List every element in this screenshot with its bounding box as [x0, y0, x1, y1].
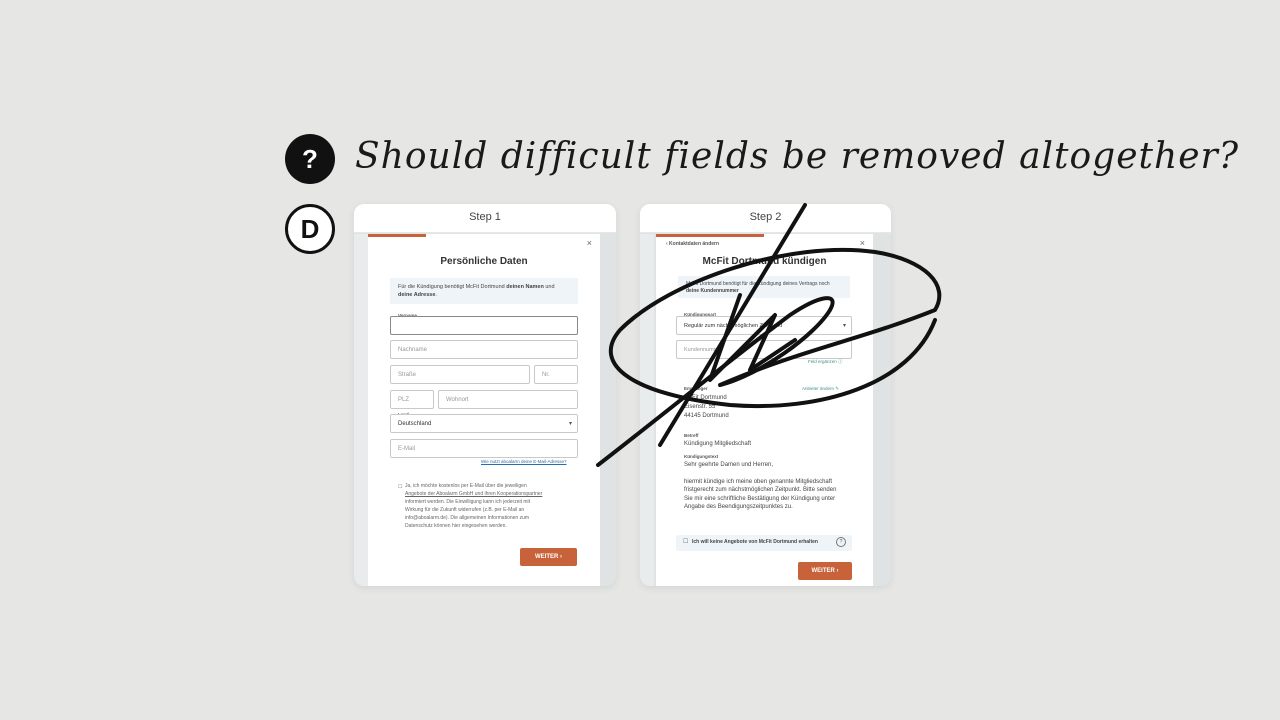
help-icon[interactable]: ? — [836, 537, 846, 547]
kuendigungsart-select[interactable]: Regulär zum nächstmöglichen Zeitpunkt ▾ — [676, 316, 852, 335]
consent-line: Datenschutz können hier eingesehen werde… — [405, 523, 507, 529]
background-page — [640, 234, 654, 586]
consent-link[interactable]: Angebote der Aboalarm GmbH und ihren Koo… — [405, 490, 580, 498]
step1-progress-bar — [368, 234, 426, 237]
empfaenger-label: Empfänger — [684, 386, 708, 391]
empfaenger-street: Eisenstr. 55 — [684, 404, 716, 410]
close-icon[interactable]: × — [860, 238, 865, 248]
land-value: Deutschland — [398, 421, 432, 427]
checkbox[interactable]: ☐ — [683, 538, 688, 545]
kundennummer-field[interactable]: Kundennummer — [676, 340, 852, 359]
nachname-field[interactable]: Nachname — [390, 340, 578, 359]
email-field[interactable]: E-Mail — [390, 439, 578, 458]
option-badge-d: D — [285, 204, 335, 254]
feld-ergaenzen-link[interactable]: Feld ergänzen ⓘ — [808, 359, 843, 365]
strasse-field[interactable]: Straße — [390, 365, 530, 384]
info-text: McFit Dortmund benötigt für die Kündigun… — [686, 281, 830, 287]
consent-line: Ja, ich möchte kostenlos per E-Mail über… — [405, 483, 527, 489]
step1-modal: × Persönliche Daten Für die Kündigung be… — [368, 234, 600, 586]
anbieter-aendern-link[interactable]: Anbieter ändern ✎ — [802, 386, 839, 392]
step2-progress-bar — [656, 234, 764, 237]
consent-line: info@aboalarm.de). Die allgemeinen Infor… — [405, 515, 530, 521]
betreff-label: Betreff — [684, 433, 699, 438]
step1-card: Step 1 × Persönliche Daten Für die Kündi… — [354, 204, 616, 586]
step2-modal: ‹ Kontaktdaten ändern × McFit Dortmund k… — [656, 234, 873, 586]
step1-info-box: Für die Kündigung benötigt McFit Dortmun… — [390, 278, 578, 304]
plz-field[interactable]: PLZ — [390, 390, 434, 409]
step1-title: Persönliche Daten — [440, 256, 528, 267]
step1-label: Step 1 — [354, 204, 616, 233]
info-text-bold: deine Kundennummer — [686, 288, 739, 294]
no-offers-label: Ich will keine Angebote von McFit Dortmu… — [692, 539, 818, 545]
text-line: fristgerecht zum nächstmöglichen Zeitpun… — [684, 487, 837, 493]
close-icon[interactable]: × — [587, 238, 592, 248]
kuendigungstext-label: Kündigungstext — [684, 454, 719, 459]
step2-card: Step 2 ‹ Kontaktdaten ändern × McFit Dor… — [640, 204, 891, 586]
chevron-down-icon: ▾ — [568, 421, 572, 427]
kuendigungsart-value: Regulär zum nächstmöglichen Zeitpunkt — [684, 323, 783, 329]
empfaenger-name: McFit Dortmund — [684, 395, 727, 401]
text-line: Sie mir eine schriftliche Bestätigung de… — [684, 495, 836, 502]
consent-line: informiert werden. Die Einwilligung kann… — [405, 499, 531, 505]
back-link[interactable]: ‹ Kontaktdaten ändern — [666, 240, 719, 249]
weiter-button[interactable]: WEITER › — [520, 548, 577, 566]
question-headline: Should difficult fields be removed altog… — [355, 136, 1240, 177]
step2-title: McFit Dortmund kündigen — [702, 256, 827, 267]
no-offers-checkbox-row[interactable]: ☐ Ich will keine Angebote von McFit Dort… — [676, 535, 852, 551]
text-line: hiermit kündige ich meine oben genannte … — [684, 478, 833, 485]
text-greeting: Sehr geehrte Damen und Herren, — [684, 462, 774, 468]
empfaenger-city: 44145 Dortmund — [684, 413, 729, 419]
step2-label: Step 2 — [640, 204, 891, 233]
consent-line: Wirkung für die Zukunft widerrufen (z.B.… — [405, 507, 525, 513]
chevron-down-icon: ▾ — [842, 323, 846, 329]
wohnort-field[interactable]: Wohnort — [438, 390, 578, 409]
land-select[interactable]: Deutschland ▾ — [390, 414, 578, 433]
betreff-value: Kündigung Mitgliedschaft — [684, 441, 752, 447]
question-badge: ? — [285, 134, 335, 184]
background-page — [354, 234, 368, 586]
kuendigungstext[interactable]: Sehr geehrte Damen und Herren, hiermit k… — [684, 461, 854, 512]
info-bold-name: deinen Namen — [506, 284, 544, 290]
info-bold-address: deine Adresse — [398, 292, 436, 298]
step2-info-box: McFit Dortmund benötigt für die Kündigun… — [678, 276, 850, 298]
hausnummer-field[interactable]: Nr. — [534, 365, 578, 384]
consent-checkbox[interactable]: ☐ — [398, 483, 402, 491]
vorname-field[interactable] — [390, 316, 578, 335]
text-line: Angabe des Beendigungszeitpunktes zu. — [684, 504, 793, 510]
info-text: Für die Kündigung benötigt McFit Dortmun… — [398, 284, 507, 290]
email-info-link[interactable]: Wie nutzt aboalarm deine E-Mail-Adresse? — [481, 459, 567, 464]
info-text-suffix: . — [435, 292, 437, 298]
info-text-mid: und — [543, 284, 555, 290]
consent-text: Ja, ich möchte kostenlos per E-Mail über… — [405, 482, 580, 530]
weiter-button[interactable]: WEITER › — [798, 562, 852, 580]
